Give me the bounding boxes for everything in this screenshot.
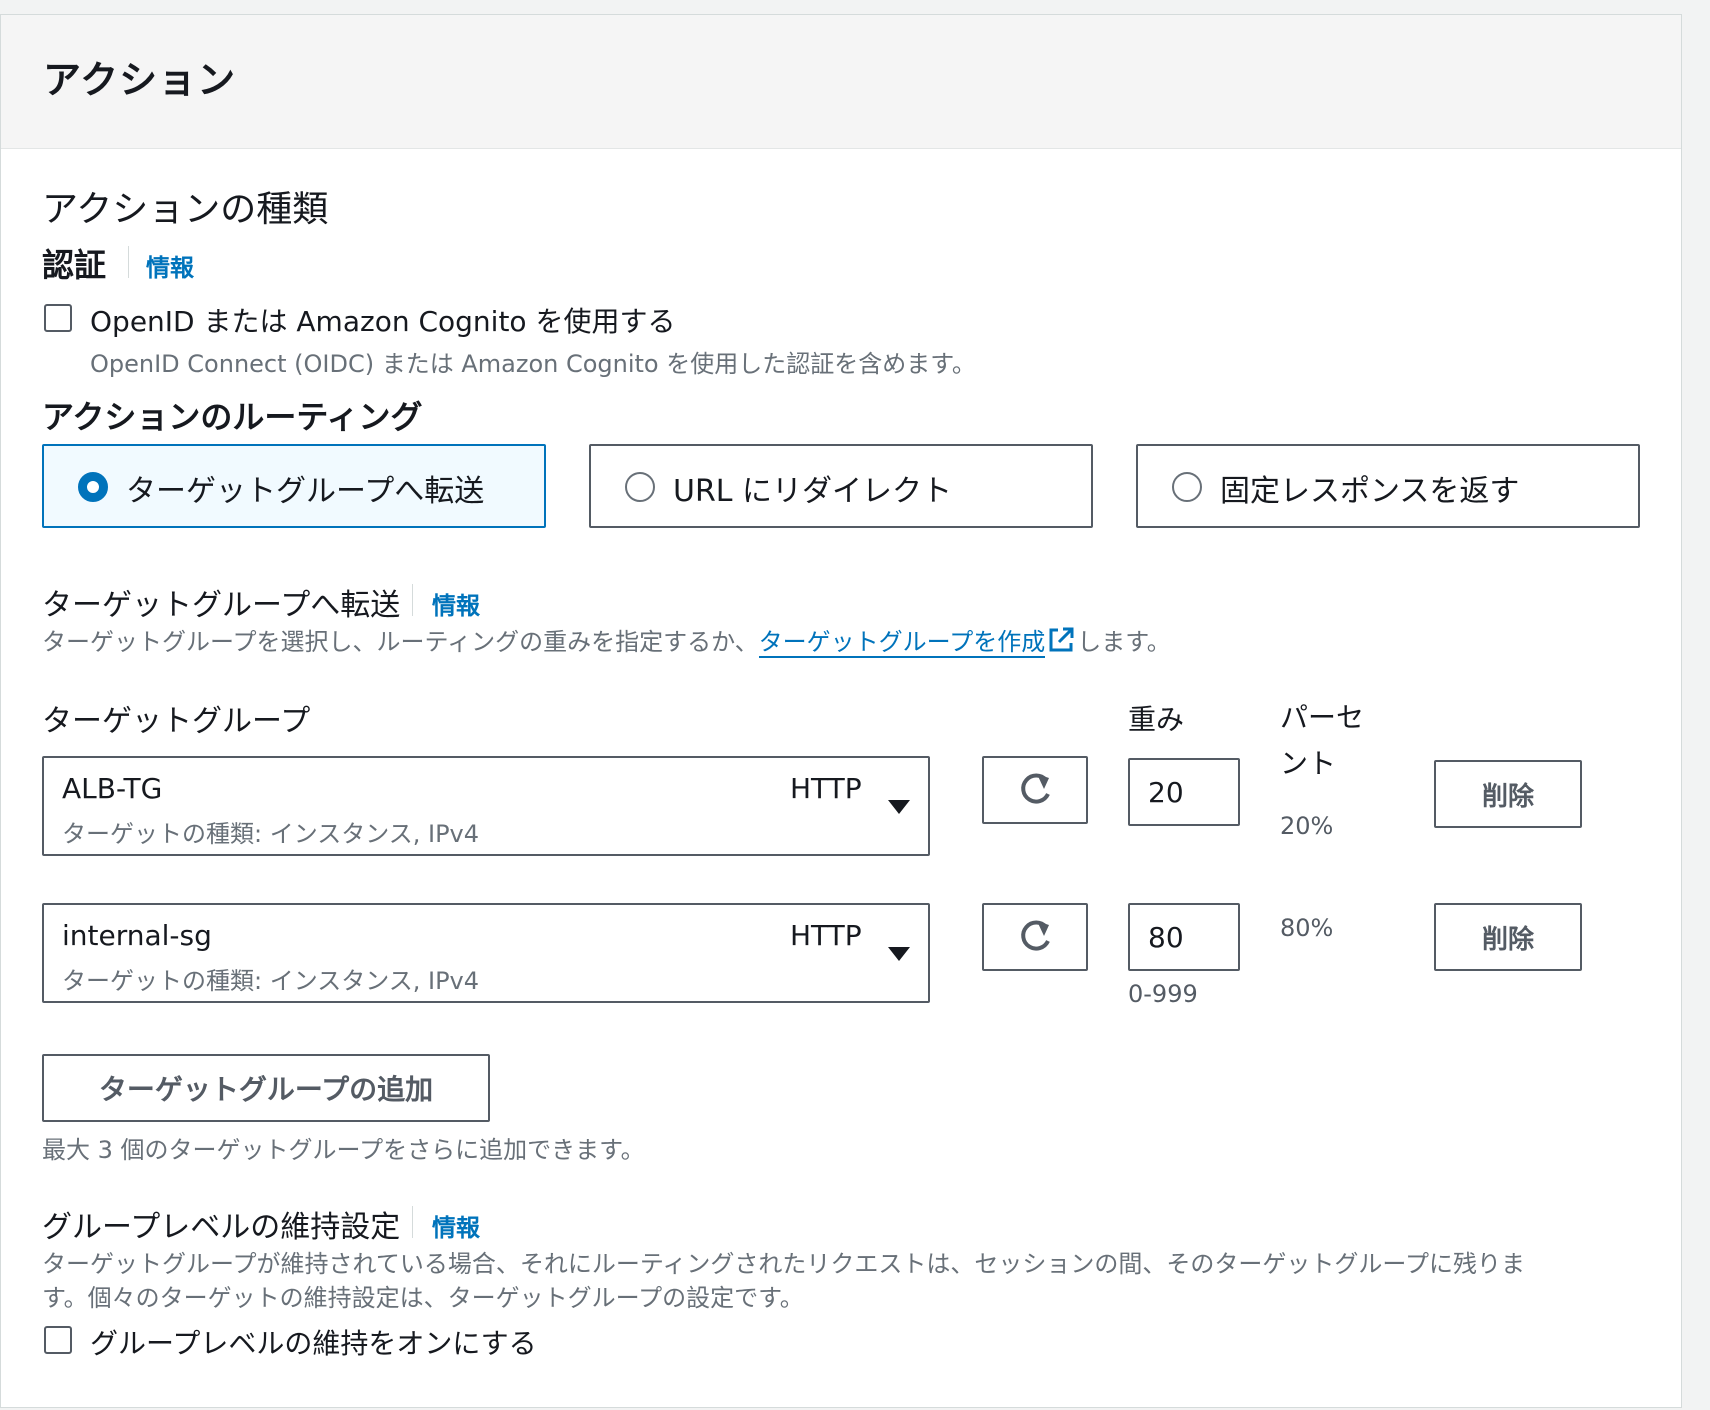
- percent-column-label: パーセ: [1280, 701, 1365, 734]
- radio-redirect[interactable]: [625, 472, 655, 502]
- target-group-protocol: HTTP: [790, 772, 862, 805]
- auth-info-link[interactable]: 情報: [146, 248, 194, 283]
- add-target-group-button[interactable]: ターゲットグループの追加: [42, 1054, 490, 1122]
- caret-down-icon: [888, 947, 910, 961]
- routing-option-forward[interactable]: ターゲットグループへ転送: [42, 444, 546, 528]
- stickiness-info-link[interactable]: 情報: [432, 1208, 480, 1243]
- stickiness-desc-line1: ターゲットグループが維持されている場合、それにルーティングされたリクエストは、セ…: [42, 1250, 1525, 1278]
- target-group-select[interactable]: internal-sg ターゲットの種類: インスタンス, IPv4 HTTP: [42, 903, 930, 1003]
- stickiness-checkbox[interactable]: [44, 1326, 72, 1354]
- stickiness-checkbox-label: グループレベルの維持をオンにする: [90, 1327, 537, 1360]
- routing-option-label: 固定レスポンスを返す: [1220, 474, 1520, 509]
- target-group-name: internal-sg: [62, 919, 212, 952]
- stickiness-title: グループレベルの維持設定: [42, 1210, 401, 1245]
- radio-fixed-response[interactable]: [1172, 472, 1202, 502]
- divider: [412, 1206, 413, 1238]
- auth-checkbox[interactable]: [44, 304, 72, 332]
- refresh-button[interactable]: [982, 756, 1088, 824]
- add-target-group-hint: 最大 3 個のターゲットグループをさらに追加できます。: [42, 1136, 645, 1164]
- routing-option-fixed-response[interactable]: 固定レスポンスを返す: [1136, 444, 1640, 528]
- weight-column-label: 重み: [1128, 703, 1185, 736]
- target-group-name: ALB-TG: [62, 772, 163, 805]
- delete-button[interactable]: 削除: [1434, 903, 1582, 971]
- forward-desc-prefix: ターゲットグループを選択し、ルーティングの重みを指定するか、: [42, 628, 759, 656]
- caret-down-icon: [888, 800, 910, 814]
- weight-input[interactable]: 20: [1128, 758, 1240, 826]
- divider: [128, 246, 129, 278]
- auth-checkbox-desc: OpenID Connect (OIDC) または Amazon Cognito…: [90, 350, 976, 378]
- radio-forward[interactable]: [78, 472, 108, 502]
- percent-column-label-line2: ント: [1280, 747, 1337, 780]
- auth-checkbox-label: OpenID または Amazon Cognito を使用する: [90, 305, 676, 338]
- stickiness-desc-line2: す。個々のターゲットの維持設定は、ターゲットグループの設定です。: [42, 1284, 804, 1312]
- refresh-button[interactable]: [982, 903, 1088, 971]
- forward-info-link[interactable]: 情報: [432, 586, 480, 621]
- target-group-column-label: ターゲットグループ: [42, 704, 311, 739]
- target-group-meta: ターゲットの種類: インスタンス, IPv4: [62, 967, 480, 995]
- target-group-meta: ターゲットの種類: インスタンス, IPv4: [62, 820, 480, 848]
- percent-value: 20%: [1280, 812, 1334, 840]
- target-group-protocol: HTTP: [790, 919, 862, 952]
- refresh-icon: [1021, 920, 1050, 951]
- external-link-icon[interactable]: [1047, 626, 1075, 654]
- create-target-group-link[interactable]: ターゲットグループを作成: [758, 628, 1046, 658]
- forward-desc-suffix: します。: [1077, 628, 1171, 656]
- routing-heading: アクションのルーティング: [42, 398, 423, 436]
- panel-header: アクション: [1, 15, 1681, 149]
- panel-title: アクション: [43, 58, 237, 102]
- forward-desc: ターゲットグループを選択し、ルーティングの重みを指定するか、ターゲットグループを…: [42, 622, 1171, 658]
- routing-option-label: URL にリダイレクト: [673, 474, 953, 509]
- delete-button[interactable]: 削除: [1434, 760, 1582, 828]
- routing-option-label: ターゲットグループへ転送: [126, 474, 485, 509]
- auth-label: 認証: [42, 246, 107, 284]
- target-group-select[interactable]: ALB-TG ターゲットの種類: インスタンス, IPv4 HTTP: [42, 756, 930, 856]
- routing-option-redirect[interactable]: URL にリダイレクト: [589, 444, 1093, 528]
- refresh-icon: [1021, 773, 1050, 804]
- percent-value: 80%: [1280, 914, 1334, 942]
- weight-hint: 0-999: [1128, 980, 1198, 1008]
- weight-input[interactable]: 80: [1128, 903, 1240, 971]
- divider: [412, 584, 413, 616]
- forward-title: ターゲットグループへ転送: [42, 588, 401, 623]
- action-type-heading: アクションの種類: [42, 189, 329, 230]
